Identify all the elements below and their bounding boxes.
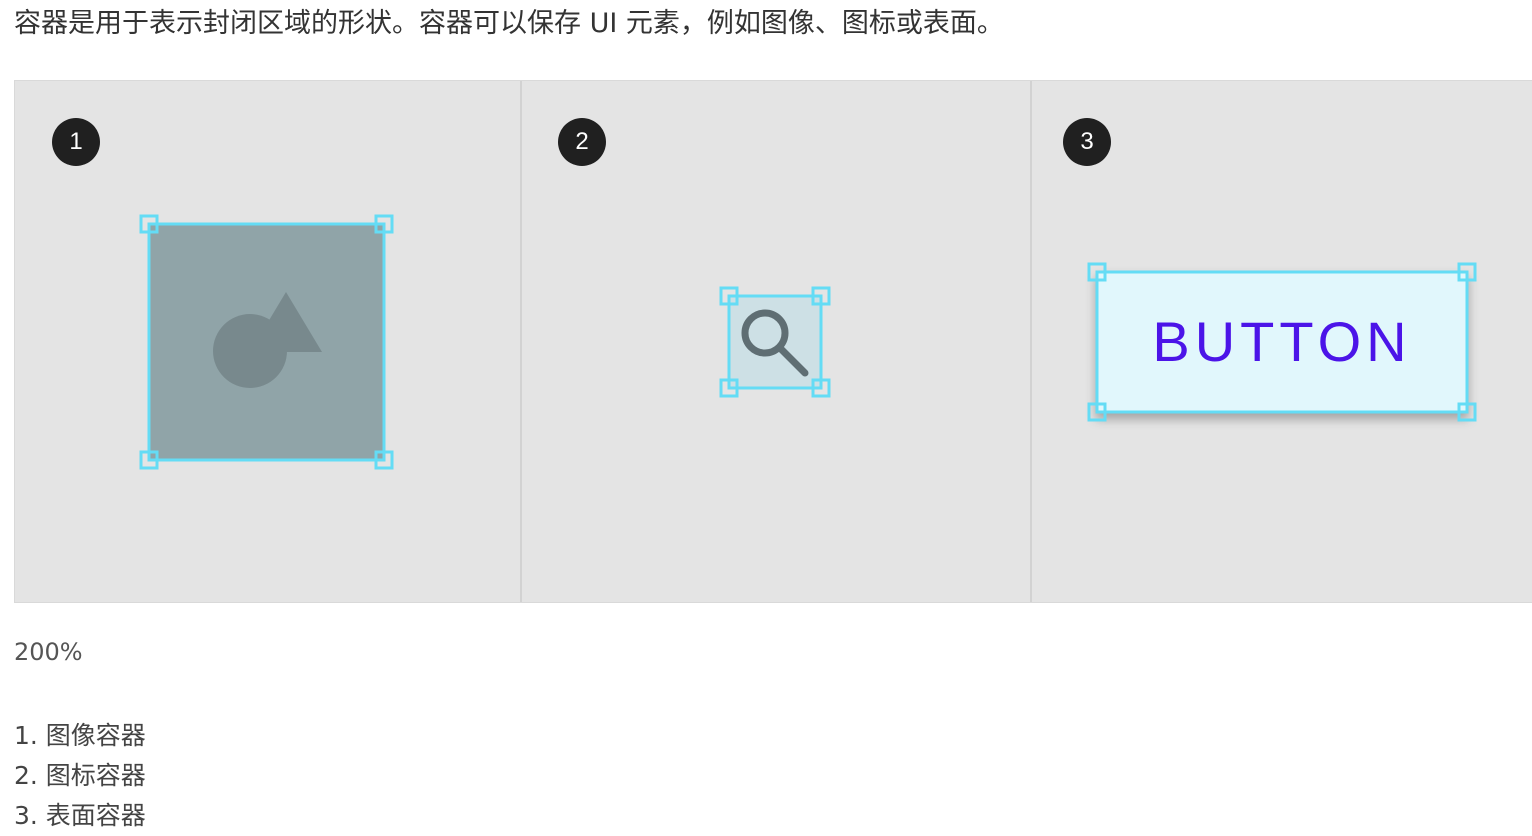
figure-illustrations [139, 214, 1477, 470]
scale-label: 200% [14, 638, 83, 666]
legend-list: 1. 图像容器 2. 图标容器 3. 表面容器 [14, 716, 146, 836]
legend-item: 3. 表面容器 [14, 801, 146, 830]
legend-item: 2. 图标容器 [14, 761, 146, 790]
image-container [139, 214, 394, 470]
button-label: BUTTON [1152, 310, 1412, 373]
legend-item: 1. 图像容器 [14, 721, 146, 750]
icon-container [719, 286, 831, 398]
